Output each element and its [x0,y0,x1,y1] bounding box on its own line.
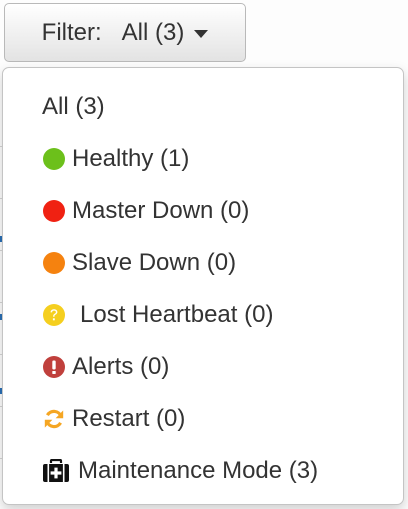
menu-item-label: Lost Heartbeat (0) [80,301,274,328]
menu-item-label: Restart (0) [72,405,186,432]
menu-item-healthy[interactable]: Healthy (1) [3,137,403,181]
menu-item-label: Master Down (0) [72,197,250,224]
green-dot-icon [42,147,66,171]
filter-selected-value: All (3) [121,18,185,46]
menu-item-label: Healthy (1) [72,145,190,172]
menu-item-label: Alerts (0) [72,353,170,380]
menu-item-label: Slave Down (0) [72,249,237,276]
menu-item-alerts[interactable]: Alerts (0) [3,345,403,389]
orange-dot-icon [42,251,66,275]
caret-down-icon [194,29,209,38]
menu-item-maintenance-mode[interactable]: Maintenance Mode (3) [3,449,403,493]
question-circle-icon [42,303,66,327]
exclamation-circle-icon [42,355,66,379]
red-dot-icon [42,199,66,223]
menu-item-label: Maintenance Mode (3) [78,457,319,484]
filter-dropdown-button[interactable]: Filter: All (3) [4,3,246,62]
filter-dropdown-menu: All (3) Healthy (1) Master Down (0) Slav… [2,67,404,505]
filter-label: Filter: [41,18,102,46]
menu-item-master-down[interactable]: Master Down (0) [3,189,403,233]
menu-item-all[interactable]: All (3) [3,85,403,129]
page: Filter: All (3) All (3) Healthy (1) Mast… [0,0,408,509]
refresh-icon [42,407,66,431]
menu-item-lost-heartbeat[interactable]: Lost Heartbeat (0) [3,293,403,337]
medkit-icon [42,459,70,483]
menu-item-restart[interactable]: Restart (0) [3,397,403,441]
menu-item-slave-down[interactable]: Slave Down (0) [3,241,403,285]
menu-item-label: All (3) [42,93,105,120]
